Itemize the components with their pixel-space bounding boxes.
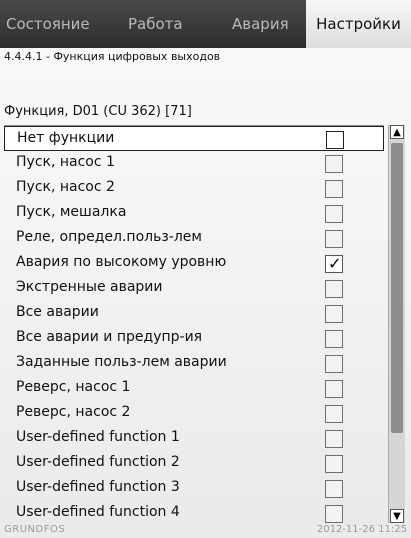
list-item[interactable]: Реверс, насос 1 — [4, 376, 384, 401]
status-footer: GRUNDFOS 2012-11-26 11:25 — [0, 524, 411, 538]
list-item[interactable]: User-defined function 3 — [4, 476, 384, 501]
list-item[interactable]: Авария по высокому уровню ✓ — [4, 251, 384, 276]
list-item[interactable]: Нет функции — [4, 126, 384, 151]
checkbox[interactable] — [325, 305, 343, 323]
tab-bar: Состояние Работа Авария Настройки — [0, 0, 411, 48]
checkbox[interactable] — [325, 155, 343, 173]
checkbox[interactable] — [325, 330, 343, 348]
function-list: Нет функции Пуск, насос 1 Пуск, насос 2 Пус… — [4, 125, 384, 524]
scroll-up-arrow-icon[interactable]: ▲ — [390, 125, 404, 139]
checkbox[interactable] — [325, 380, 343, 398]
tab-settings[interactable]: Настройки — [306, 0, 411, 48]
list-item-label: Реверс, насос 2 — [16, 404, 131, 420]
checkbox[interactable] — [326, 131, 344, 149]
tab-alarm[interactable]: Авария — [232, 0, 298, 48]
function-heading: Функция, D01 (CU 362) [71] — [4, 104, 192, 119]
list-item-label: Все аварии — [16, 304, 99, 320]
datetime: 2012-11-26 11:25 — [316, 524, 407, 535]
checkbox[interactable] — [325, 505, 343, 523]
scroll-down-arrow-icon[interactable]: ▼ — [390, 509, 404, 523]
list-item-label: Все аварии и предупр-ия — [16, 329, 203, 345]
controller-screen: Состояние Работа Авария Настройки 4.4.4.… — [0, 0, 411, 538]
list-item-label: Пуск, мешалка — [16, 204, 127, 220]
list-item-label: Пуск, насос 1 — [16, 154, 115, 170]
list-item[interactable]: User-defined function 4 — [4, 501, 384, 526]
list-item[interactable]: Пуск, насос 1 — [4, 151, 384, 176]
checkbox[interactable] — [325, 455, 343, 473]
list-item[interactable]: Все аварии и предупр-ия — [4, 326, 384, 351]
checkbox[interactable]: ✓ — [325, 255, 343, 273]
tab-status[interactable]: Состояние — [6, 0, 106, 48]
list-item[interactable]: Реле, определ.польз-лем — [4, 226, 384, 251]
brand-logo-text: GRUNDFOS — [4, 524, 66, 535]
list-item-label: User-defined function 3 — [16, 479, 180, 495]
list-item[interactable]: Реверс, насос 2 — [4, 401, 384, 426]
list-item[interactable]: User-defined function 1 — [4, 426, 384, 451]
list-item-label: Пуск, насос 2 — [16, 179, 115, 195]
list-item-label: Заданные польз-лем аварии — [16, 354, 227, 370]
list-item[interactable]: Все аварии — [4, 301, 384, 326]
checkmark-icon: ✓ — [328, 254, 342, 273]
checkbox[interactable] — [325, 180, 343, 198]
checkbox[interactable] — [325, 405, 343, 423]
list-item-label: User-defined function 2 — [16, 454, 180, 470]
checkbox[interactable] — [325, 480, 343, 498]
scrollbar[interactable]: ▲ ▼ — [388, 125, 405, 523]
checkbox[interactable] — [325, 280, 343, 298]
list-item[interactable]: Экстренные аварии — [4, 276, 384, 301]
list-item[interactable]: Пуск, мешалка — [4, 201, 384, 226]
list-item[interactable]: Пуск, насос 2 — [4, 176, 384, 201]
tab-operation[interactable]: Работа — [128, 0, 208, 48]
list-item-label: Нет функции — [17, 130, 115, 146]
list-item-label: Авария по высокому уровню — [16, 254, 227, 270]
scrollbar-thumb[interactable] — [391, 143, 403, 433]
checkbox[interactable] — [325, 355, 343, 373]
list-item[interactable]: Заданные польз-лем аварии — [4, 351, 384, 376]
list-item[interactable]: User-defined function 2 — [4, 451, 384, 476]
checkbox[interactable] — [325, 205, 343, 223]
list-item-label: Реле, определ.польз-лем — [16, 229, 202, 245]
checkbox[interactable] — [325, 230, 343, 248]
list-item-label: User-defined function 1 — [16, 429, 180, 445]
list-item-label: Экстренные аварии — [16, 279, 163, 295]
list-item-label: User-defined function 4 — [16, 504, 180, 520]
breadcrumb: 4.4.4.1 - Функция цифровых выходов — [4, 50, 221, 63]
checkbox[interactable] — [325, 430, 343, 448]
list-item-label: Реверс, насос 1 — [16, 379, 131, 395]
